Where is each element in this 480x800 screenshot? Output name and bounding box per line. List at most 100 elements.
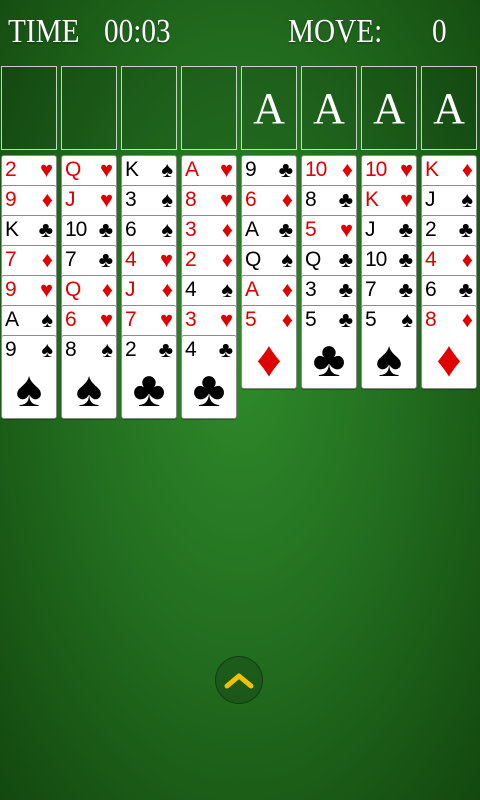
spade-icon: ♠ xyxy=(41,307,53,332)
heart-icon: ♥ xyxy=(399,187,413,212)
card-rank: A xyxy=(245,278,259,301)
spade-icon: ♠ xyxy=(161,187,173,212)
club-icon: ♣ xyxy=(278,157,293,182)
diamond-icon: ♦ xyxy=(281,187,293,212)
club-icon: ♣ xyxy=(338,307,353,332)
club-icon: ♣ xyxy=(338,247,353,272)
heart-icon: ♥ xyxy=(159,247,173,272)
spade-icon: ♠ xyxy=(41,337,53,362)
club-icon: ♣ xyxy=(278,217,293,242)
foundation-pile[interactable]: A xyxy=(361,66,417,150)
card-rank: 3 xyxy=(125,188,137,211)
card-rank: Q xyxy=(65,278,81,301)
card-rank: 3 xyxy=(185,308,197,331)
card-rank: 10 xyxy=(305,158,327,181)
card-rank: 4 xyxy=(125,248,137,271)
chevron-up-icon xyxy=(224,673,254,689)
club-icon: ♣ xyxy=(98,247,113,272)
card-rank: A xyxy=(185,158,199,181)
heart-icon: ♥ xyxy=(99,157,113,182)
free-cell[interactable] xyxy=(61,66,117,150)
card-rank: K xyxy=(365,188,379,211)
playing-card[interactable]: 5 ♣ ♣ xyxy=(301,305,357,389)
spade-icon: ♠ xyxy=(401,307,413,332)
spade-icon: ♠ xyxy=(281,247,293,272)
card-rank: 3 xyxy=(305,278,317,301)
card-rank: 6 xyxy=(425,278,437,301)
diamond-icon: ♦ xyxy=(461,157,473,182)
club-icon: ♣ xyxy=(132,361,166,417)
spade-icon: ♠ xyxy=(15,361,43,417)
heart-icon: ♥ xyxy=(339,217,353,242)
club-icon: ♣ xyxy=(338,187,353,212)
card-rank: A xyxy=(5,308,19,331)
card-rank: J xyxy=(125,278,135,301)
heart-icon: ♥ xyxy=(159,307,173,332)
card-rank: 7 xyxy=(65,248,77,271)
playing-card[interactable]: 2 ♣ ♣ xyxy=(121,335,177,419)
spade-icon: ♠ xyxy=(461,187,473,212)
playing-card[interactable]: 5 ♠ ♠ xyxy=(361,305,417,389)
card-rank: 7 xyxy=(5,248,17,271)
club-icon: ♣ xyxy=(38,217,53,242)
playing-card[interactable]: 9 ♠ ♠ xyxy=(1,335,57,419)
club-icon: ♣ xyxy=(192,361,226,417)
club-icon: ♣ xyxy=(338,277,353,302)
spade-icon: ♠ xyxy=(161,157,173,182)
expand-menu-button[interactable] xyxy=(215,656,263,704)
card-rank: J xyxy=(65,188,75,211)
move-value: 0 xyxy=(432,13,447,50)
free-cell[interactable] xyxy=(121,66,177,150)
spade-icon: ♠ xyxy=(221,277,233,302)
card-rank: 2 xyxy=(125,338,137,361)
free-cell[interactable] xyxy=(181,66,237,150)
card-rank: 9 xyxy=(245,158,257,181)
diamond-icon: ♦ xyxy=(281,307,293,332)
heart-icon: ♥ xyxy=(219,307,233,332)
diamond-icon: ♦ xyxy=(341,157,353,182)
card-rank: 5 xyxy=(305,308,317,331)
club-icon: ♣ xyxy=(458,217,473,242)
card-rank: 5 xyxy=(365,308,377,331)
card-rank: 10 xyxy=(365,158,387,181)
playing-card[interactable]: 8 ♦ ♦ xyxy=(421,305,477,389)
foundation-pile[interactable]: A xyxy=(301,66,357,150)
spade-icon: ♠ xyxy=(375,331,403,387)
foundation-pile[interactable]: A xyxy=(421,66,477,150)
time-label: TIME xyxy=(8,13,80,50)
free-cell[interactable] xyxy=(1,66,57,150)
card-rank: 5 xyxy=(245,308,257,331)
card-rank: 6 xyxy=(245,188,257,211)
playing-card[interactable]: 4 ♣ ♣ xyxy=(181,335,237,419)
card-rank: 7 xyxy=(365,278,377,301)
card-rank: Q xyxy=(245,248,261,271)
diamond-icon: ♦ xyxy=(41,187,53,212)
card-rank: 5 xyxy=(305,218,317,241)
card-rank: 10 xyxy=(365,248,387,271)
heart-icon: ♥ xyxy=(219,157,233,182)
card-rank: 6 xyxy=(65,308,77,331)
playing-card[interactable]: 8 ♠ ♠ xyxy=(61,335,117,419)
card-rank: Q xyxy=(65,158,81,181)
club-icon: ♣ xyxy=(398,217,413,242)
spade-icon: ♠ xyxy=(75,361,103,417)
card-rank: J xyxy=(425,188,435,211)
card-rank: A xyxy=(245,218,259,241)
diamond-icon: ♦ xyxy=(256,331,282,387)
club-icon: ♣ xyxy=(458,277,473,302)
card-rank: 2 xyxy=(425,218,437,241)
card-rank: 8 xyxy=(185,188,197,211)
card-rank: 2 xyxy=(5,158,17,181)
card-rank: 2 xyxy=(185,248,197,271)
club-icon: ♣ xyxy=(98,217,113,242)
card-rank: K xyxy=(125,158,139,181)
diamond-icon: ♦ xyxy=(461,247,473,272)
card-rank: 3 xyxy=(185,218,197,241)
heart-icon: ♥ xyxy=(99,307,113,332)
playing-card[interactable]: 5 ♦ ♦ xyxy=(241,305,297,389)
heart-icon: ♥ xyxy=(219,187,233,212)
foundation-pile[interactable]: A xyxy=(241,66,297,150)
heart-icon: ♥ xyxy=(39,277,53,302)
time-value: 00:03 xyxy=(104,13,171,50)
diamond-icon: ♦ xyxy=(41,247,53,272)
